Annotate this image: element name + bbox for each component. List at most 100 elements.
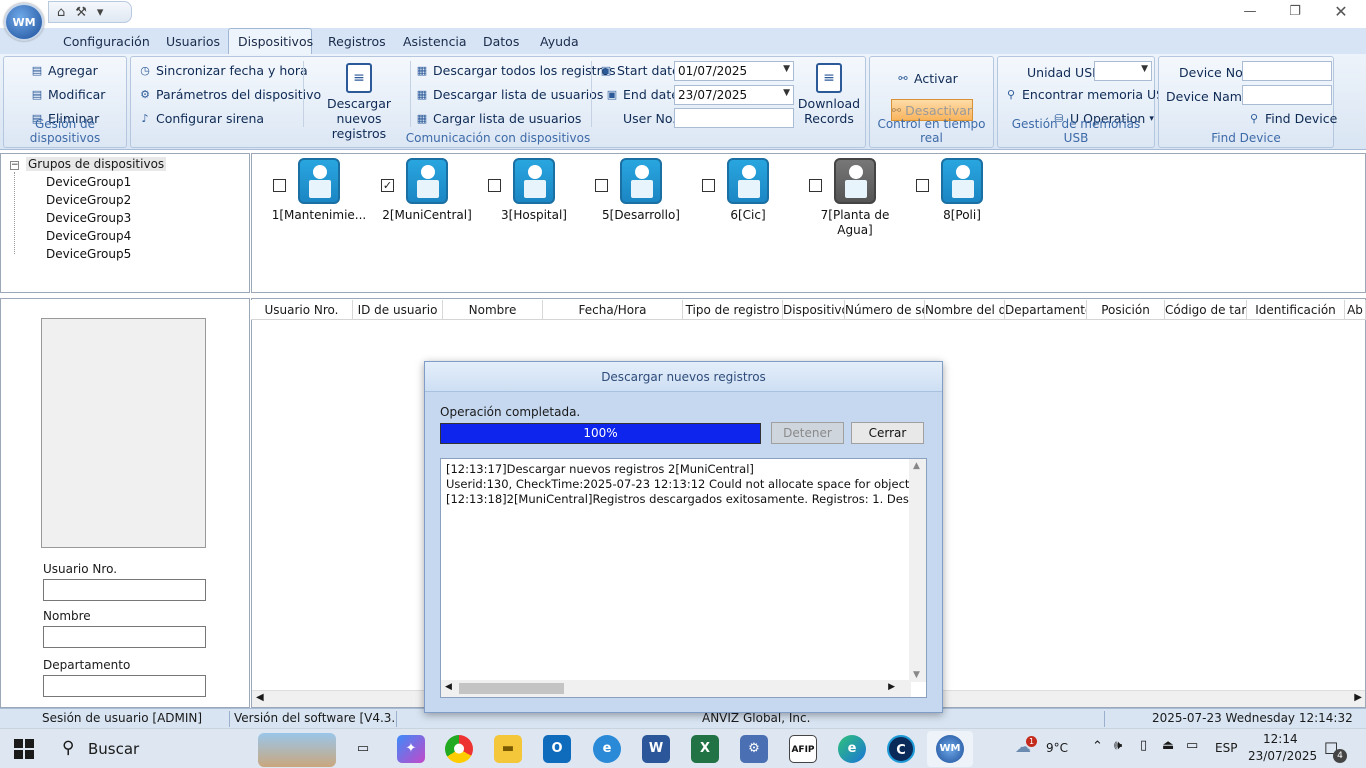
app-c-icon[interactable]: C (887, 735, 915, 763)
device-terminal-icon[interactable] (727, 158, 769, 204)
download-new-records-button[interactable]: ≡ Descargar nuevos registros (311, 63, 407, 141)
taskbar-date[interactable]: 23/07/2025 (1248, 749, 1317, 763)
chevron-up-icon[interactable]: ⌃ (1092, 739, 1103, 754)
home-icon[interactable]: ⌂ (57, 5, 65, 20)
log-horizontal-scrollbar[interactable]: ◀ ▶ (441, 680, 911, 697)
language-indicator[interactable]: ESP (1215, 741, 1237, 755)
tree-item-group3[interactable]: DeviceGroup3 (46, 211, 131, 225)
app-logo[interactable]: WM (4, 3, 44, 41)
tab-registros[interactable]: Registros (328, 34, 386, 49)
scroll-left-icon[interactable]: ◀ (256, 692, 264, 703)
column-header[interactable]: Departamento (1005, 300, 1087, 320)
device-checkbox[interactable] (702, 179, 715, 192)
task-view-icon[interactable]: ▭ (349, 735, 377, 763)
scroll-thumb[interactable] (459, 683, 564, 694)
scroll-up-icon[interactable]: ▲ (913, 461, 920, 471)
outlook-icon[interactable]: O (543, 735, 571, 763)
name-field[interactable] (43, 626, 206, 648)
wm-app-icon[interactable]: WM (936, 735, 964, 763)
stop-button[interactable]: Detener (771, 422, 844, 444)
device-tile[interactable]: 3[Hospital] (479, 158, 589, 223)
column-header[interactable]: Nombre del d (925, 300, 1005, 320)
device-tile[interactable]: 5[Desarrollo] (586, 158, 696, 223)
tab-usuarios[interactable]: Usuarios (166, 34, 220, 49)
tab-datos[interactable]: Datos (483, 34, 519, 49)
tree-item-group4[interactable]: DeviceGroup4 (46, 229, 131, 243)
restore-button[interactable]: ❐ (1280, 4, 1310, 22)
device-terminal-icon[interactable] (941, 158, 983, 204)
column-header[interactable]: ID de usuario (353, 300, 443, 320)
column-header[interactable]: Dispositivo (783, 300, 845, 320)
close-dialog-button[interactable]: Cerrar (851, 422, 924, 444)
column-header[interactable]: Código de tar (1165, 300, 1247, 320)
column-header[interactable]: Identificación (1247, 300, 1345, 320)
activate-button[interactable]: ⚯ Activar (896, 71, 957, 86)
column-header[interactable]: Fecha/Hora (543, 300, 683, 320)
device-tile[interactable]: ✓ 2[MuniCentral] (372, 158, 482, 223)
download-records-button[interactable]: ≡ Download Records (797, 63, 861, 126)
download-all-records-button[interactable]: ▦ Descargar todos los registros (415, 63, 616, 78)
device-terminal-icon[interactable] (834, 158, 876, 204)
device-checkbox[interactable]: ✓ (381, 179, 394, 192)
download-users-button[interactable]: ▦ Descargar lista de usuarios (415, 87, 604, 102)
windows-start-icon[interactable] (14, 739, 34, 759)
tab-asistencia[interactable]: Asistencia (403, 34, 467, 49)
weather-temp[interactable]: 9°C (1046, 741, 1068, 755)
device-tile[interactable]: 7[Planta de Agua] (800, 158, 910, 238)
modify-device-button[interactable]: ▤ Modificar (30, 87, 106, 102)
tree-item-group5[interactable]: DeviceGroup5 (46, 247, 131, 261)
column-header[interactable]: Posición (1087, 300, 1165, 320)
device-checkbox[interactable] (488, 179, 501, 192)
sync-time-button[interactable]: ◷ Sincronizar fecha y hora (138, 63, 308, 78)
device-checkbox[interactable] (595, 179, 608, 192)
scroll-down-icon[interactable]: ▼ (913, 670, 920, 680)
device-terminal-icon[interactable] (620, 158, 662, 204)
find-device-button[interactable]: ⚲ Find Device (1247, 111, 1337, 126)
tree-root[interactable]: Grupos de dispositivos (26, 157, 167, 171)
column-header[interactable]: Usuario Nro. (251, 300, 353, 320)
usb-tray-icon[interactable]: ⏏ (1162, 738, 1174, 753)
find-usb-button[interactable]: ⚲ Encontrar memoria USB (1004, 87, 1173, 102)
tree-item-group1[interactable]: DeviceGroup1 (46, 175, 131, 189)
log-vertical-scrollbar[interactable]: ▲ ▼ (909, 459, 926, 682)
excel-icon[interactable]: X (691, 735, 719, 763)
volume-icon[interactable]: 🕪 (1114, 738, 1122, 753)
upload-users-button[interactable]: ▦ Cargar lista de usuarios (415, 111, 582, 126)
widget-image[interactable] (258, 733, 336, 767)
network-app-icon[interactable]: ⚙ (740, 735, 768, 763)
search-icon[interactable]: ⚲ (62, 738, 74, 758)
tree-item-group2[interactable]: DeviceGroup2 (46, 193, 131, 207)
device-tile[interactable]: 6[Cic] (693, 158, 803, 223)
scroll-right-icon[interactable]: ▶ (1354, 692, 1362, 703)
device-name-input[interactable] (1242, 85, 1332, 105)
tab-dispositivos[interactable]: Dispositivos (238, 34, 313, 49)
taskbar-search[interactable]: Buscar (88, 740, 139, 758)
tools-icon[interactable]: ⚒ (75, 5, 87, 20)
scroll-left-icon[interactable]: ◀ (445, 682, 452, 692)
dropdown-icon[interactable]: ▾ (97, 5, 104, 20)
copilot-icon[interactable]: ✦ (397, 735, 425, 763)
siren-button[interactable]: ♪ Configurar sirena (138, 111, 264, 126)
afip-icon[interactable]: AFIP (789, 735, 817, 763)
log-textbox[interactable]: [12:13:17]Descargar nuevos registros 2[M… (440, 458, 927, 698)
close-button[interactable]: ✕ (1326, 2, 1356, 21)
user-no-field[interactable] (43, 579, 206, 601)
device-params-button[interactable]: ⚙ Parámetros del dispositivo (138, 87, 321, 102)
tab-ayuda[interactable]: Ayuda (540, 34, 579, 49)
add-device-button[interactable]: ▤ Agregar (30, 63, 98, 78)
device-terminal-icon[interactable] (298, 158, 340, 204)
column-header[interactable]: Nombre (443, 300, 543, 320)
file-explorer-icon[interactable]: ▬ (494, 735, 522, 763)
word-icon[interactable]: W (642, 735, 670, 763)
tab-configuracion[interactable]: Configuración (63, 34, 150, 49)
device-tile[interactable]: 1[Mantenimie... (264, 158, 374, 223)
department-field[interactable] (43, 675, 206, 697)
battery-icon[interactable]: ▯ (1140, 738, 1147, 753)
collapse-icon[interactable]: − (10, 161, 19, 170)
network-icon[interactable]: ▭ (1186, 738, 1198, 753)
taskbar-time[interactable]: 12:14 (1263, 732, 1298, 746)
device-no-input[interactable] (1242, 61, 1332, 81)
column-header[interactable]: Tipo de registro (683, 300, 783, 320)
usb-unit-select[interactable]: ▼ (1094, 61, 1152, 81)
chrome-icon[interactable]: ● (445, 735, 473, 763)
